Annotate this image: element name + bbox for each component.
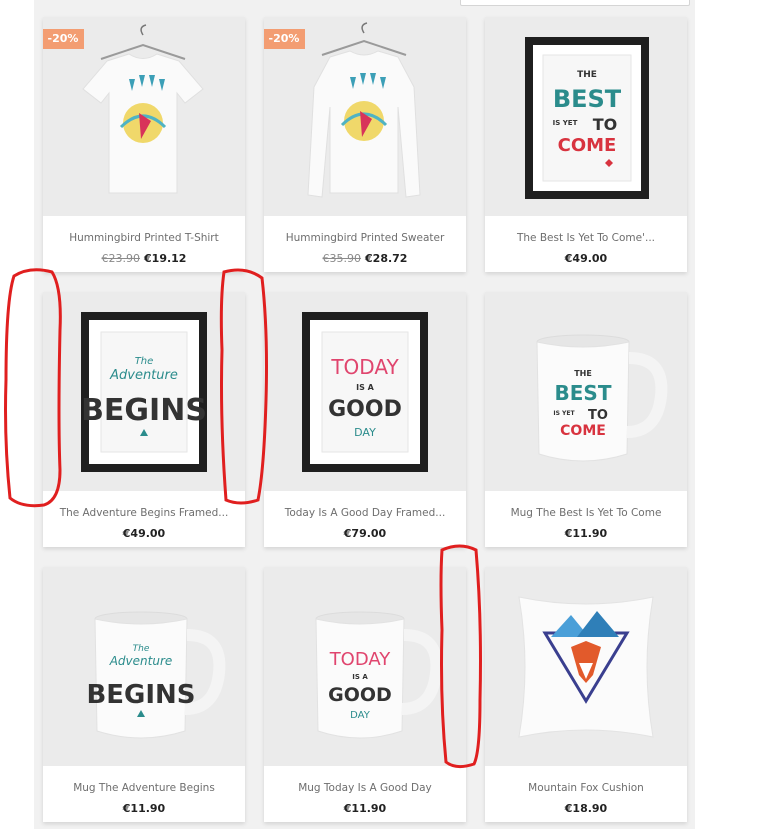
product-card[interactable]: The Adventure BEGINS Mug The Adventure B… bbox=[43, 567, 245, 822]
discount-badge: -20% bbox=[264, 29, 305, 49]
poster-text: GOOD bbox=[328, 397, 402, 422]
poster-text: THE bbox=[577, 70, 597, 80]
poster-text: BEGINS bbox=[81, 393, 207, 428]
mug-text: DAY bbox=[350, 710, 371, 721]
product-image-today-mug[interactable]: TODAY IS A GOOD DAY bbox=[264, 567, 466, 766]
product-name[interactable]: The Adventure Begins Framed... bbox=[49, 507, 239, 519]
product-name[interactable]: Mountain Fox Cushion bbox=[491, 782, 681, 794]
product-image-tshirt[interactable]: -20% bbox=[43, 17, 245, 216]
product-price: €35.90 €28.72 bbox=[264, 252, 466, 265]
mug-text: IS A bbox=[352, 673, 368, 681]
mug-text: TODAY bbox=[329, 649, 392, 670]
poster-text: IS YET bbox=[553, 119, 578, 127]
mug-text: Adventure bbox=[109, 654, 173, 668]
product-name[interactable]: Mug The Best Is Yet To Come bbox=[491, 507, 681, 519]
product-image-adventure-poster[interactable]: The Adventure BEGINS bbox=[43, 292, 245, 491]
product-image-sweater[interactable]: -20% bbox=[264, 17, 466, 216]
product-card[interactable]: THE BEST IS YET TO COME Mug The Best Is … bbox=[485, 292, 687, 547]
product-card[interactable]: -20% Hummingbird Printed T-Shirt €23.90 €… bbox=[43, 17, 245, 272]
product-card[interactable]: THE BEST IS YET TO COME The Best Is Yet … bbox=[485, 17, 687, 272]
regular-price: €23.90 bbox=[101, 252, 141, 265]
product-price: €11.90 bbox=[564, 527, 608, 540]
poster-text: BEST bbox=[553, 85, 622, 113]
poster-text: DAY bbox=[354, 426, 376, 439]
page-margin-left bbox=[0, 0, 34, 829]
poster-text: The bbox=[135, 356, 154, 367]
mug-text: GOOD bbox=[328, 684, 392, 706]
product-price: €79.00 bbox=[343, 527, 387, 540]
mug-text: BEGINS bbox=[86, 680, 195, 710]
poster-text: TO bbox=[593, 115, 618, 134]
product-name[interactable]: Hummingbird Printed T-Shirt bbox=[49, 232, 239, 244]
product-price: €11.90 bbox=[122, 802, 166, 815]
product-name[interactable]: Mug Today Is A Good Day bbox=[270, 782, 460, 794]
poster-text: IS A bbox=[356, 383, 375, 392]
sale-price: €19.12 bbox=[144, 252, 187, 265]
sort-dropdown[interactable] bbox=[460, 0, 690, 6]
product-card[interactable]: TODAY IS A GOOD DAY Mug Today Is A Good … bbox=[264, 567, 466, 822]
product-name[interactable]: Hummingbird Printed Sweater bbox=[270, 232, 460, 244]
product-image-fox-cushion[interactable] bbox=[485, 567, 687, 766]
product-card[interactable]: The Adventure BEGINS The Adventure Begin… bbox=[43, 292, 245, 547]
product-price: €49.00 bbox=[122, 527, 166, 540]
mug-text: THE bbox=[574, 369, 592, 378]
product-image-best-poster[interactable]: THE BEST IS YET TO COME bbox=[485, 17, 687, 216]
mug-text: IS YET bbox=[553, 410, 575, 417]
product-price: €18.90 bbox=[564, 802, 608, 815]
product-name[interactable]: The Best Is Yet To Come'... bbox=[491, 232, 681, 244]
poster-text: TODAY bbox=[330, 355, 399, 379]
mug-text: The bbox=[133, 644, 150, 654]
sale-price: €28.72 bbox=[365, 252, 408, 265]
regular-price: €35.90 bbox=[322, 252, 362, 265]
mug-text: TO bbox=[588, 408, 608, 423]
product-price: €23.90 €19.12 bbox=[43, 252, 245, 265]
product-image-today-poster[interactable]: TODAY IS A GOOD DAY bbox=[264, 292, 466, 491]
discount-badge: -20% bbox=[43, 29, 84, 49]
product-name[interactable]: Today Is A Good Day Framed... bbox=[270, 507, 460, 519]
product-price: €49.00 bbox=[564, 252, 608, 265]
product-price: €11.90 bbox=[343, 802, 387, 815]
poster-text: Adventure bbox=[109, 368, 178, 383]
product-card[interactable]: Mountain Fox Cushion €18.90 bbox=[485, 567, 687, 822]
product-card[interactable]: -20% Hummingbird Printed Sweater €35.90 €… bbox=[264, 17, 466, 272]
poster-text: COME bbox=[558, 135, 617, 156]
product-card[interactable]: TODAY IS A GOOD DAY Today Is A Good Day … bbox=[264, 292, 466, 547]
product-image-best-mug[interactable]: THE BEST IS YET TO COME bbox=[485, 292, 687, 491]
mug-text: COME bbox=[560, 423, 606, 439]
product-image-adventure-mug[interactable]: The Adventure BEGINS bbox=[43, 567, 245, 766]
mug-text: BEST bbox=[555, 381, 612, 405]
page-margin-right bbox=[695, 0, 759, 829]
product-name[interactable]: Mug The Adventure Begins bbox=[49, 782, 239, 794]
